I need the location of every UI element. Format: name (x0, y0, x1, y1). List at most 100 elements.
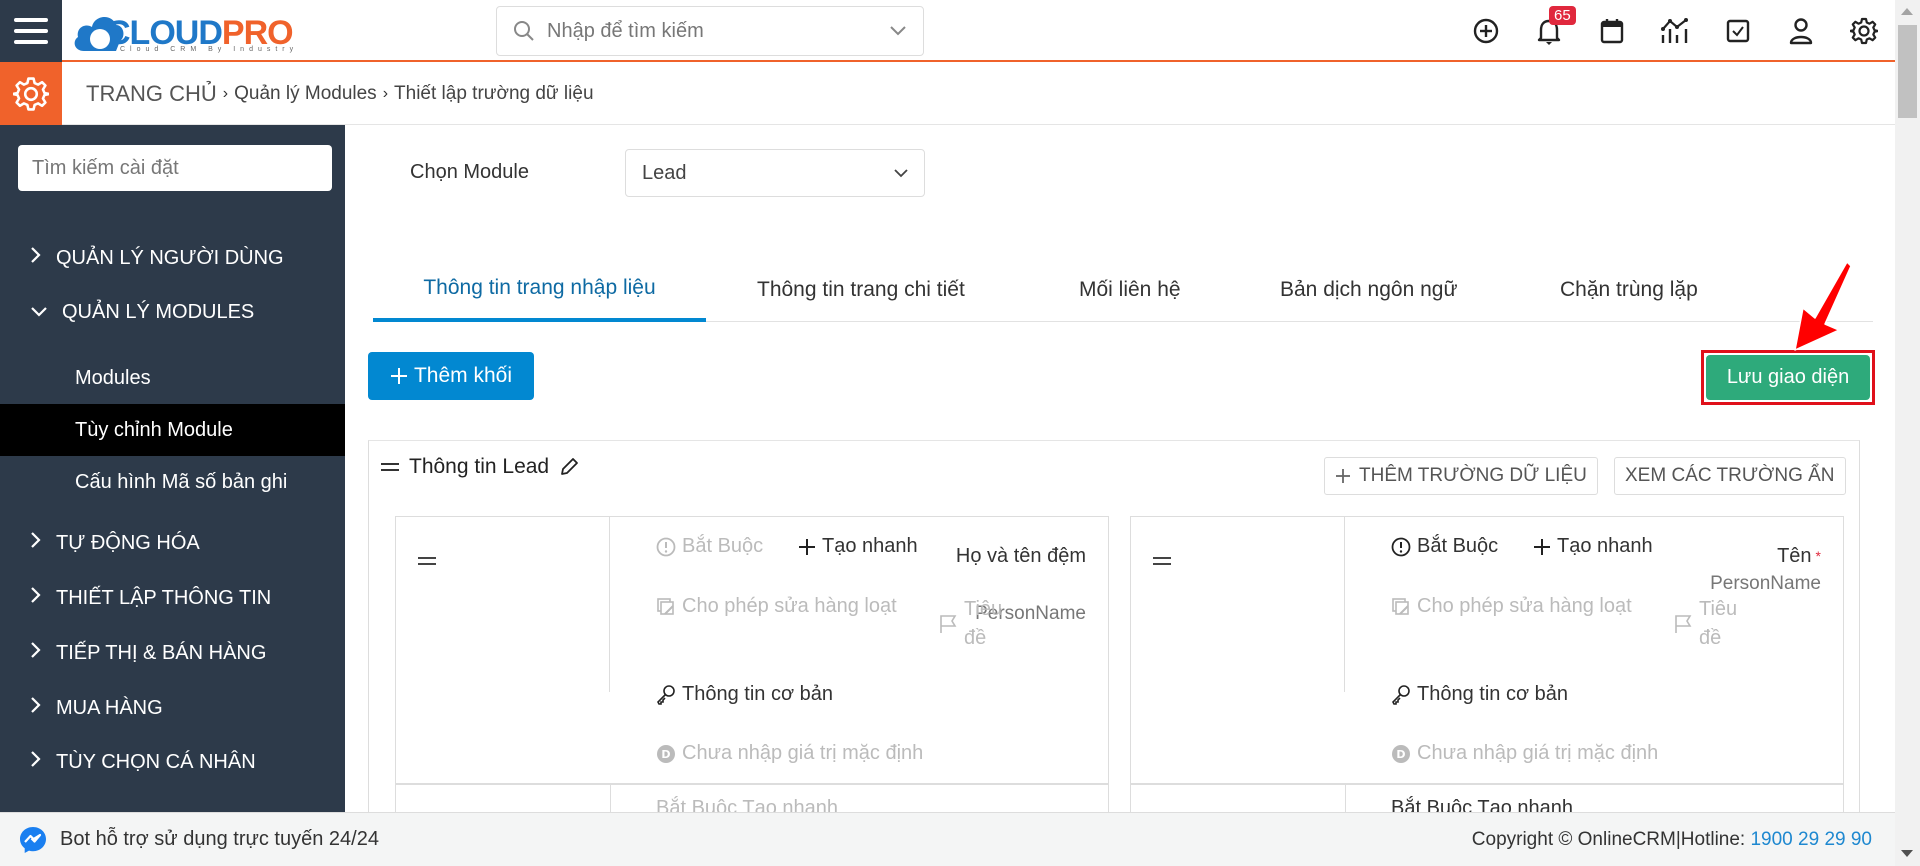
field-card-next: Bắt Buộc Tạo nhanh (1130, 784, 1844, 812)
drag-handle-icon[interactable] (1153, 555, 1171, 567)
required-asterisk: * (1815, 548, 1821, 564)
user-icon[interactable] (1784, 14, 1818, 48)
option-title[interactable]: Tiêu đề (1673, 595, 1763, 653)
block-lead-info: Thông tin Lead THÊM TRƯỜNG DỮ LIỆU XEM C… (368, 440, 1860, 812)
option-required-partial[interactable]: Bắt Buộc Tạo nhanh (1391, 797, 1573, 812)
tab-relationships[interactable]: Mối liên hệ (1079, 257, 1181, 322)
module-select-value: Lead (642, 161, 687, 184)
cloudpro-logo[interactable]: CLOUDPRO Cloud CRM By Industry (70, 4, 294, 58)
scroll-down-arrow-icon[interactable] (1901, 850, 1913, 857)
option-label: Bắt Buộc (682, 535, 764, 557)
hamburger-menu-button[interactable] (0, 0, 62, 62)
field-card-first-name: Tên * PersonName Bắt Buộc Tạo nhanh Cho p… (1130, 516, 1844, 784)
sidebar-group-automation[interactable]: TỰ ĐỘNG HÓA (30, 531, 200, 555)
sidebar-group-users[interactable]: QUẢN LÝ NGƯỜI DÙNG (30, 246, 284, 270)
option-mass-edit[interactable]: Cho phép sửa hàng loạt (1391, 595, 1632, 618)
chevron-right-icon (30, 750, 42, 774)
option-label: Cho phép sửa hàng loạt (1417, 595, 1632, 617)
footer: Bot hỗ trợ sử dụng trực tuyến 24/24 Copy… (0, 812, 1895, 866)
chevron-right-icon: › (382, 84, 389, 102)
module-select[interactable]: Lead (625, 149, 925, 197)
option-block[interactable]: Thông tin cơ bản (656, 683, 833, 706)
tab-label: Bản dịch ngôn ngữ (1280, 277, 1458, 301)
sidebar-group-label: THIẾT LẬP THÔNG TIN (56, 586, 272, 609)
option-label: Chưa nhập giá trị mặc định (682, 742, 924, 764)
sidebar-item-label: Tùy chỉnh Module (75, 418, 233, 441)
module-select-label: Chọn Module (410, 161, 529, 183)
option-title[interactable]: Tiêu đề (938, 595, 1028, 653)
sidebar-item-label: Modules (75, 366, 151, 389)
chevron-right-icon (30, 586, 42, 610)
option-required-partial[interactable]: Bắt Buộc Tạo nhanh (656, 797, 838, 812)
option-default-value[interactable]: D Chưa nhập giá trị mặc định (1391, 742, 1658, 765)
add-field-button[interactable]: THÊM TRƯỜNG DỮ LIỆU (1324, 457, 1598, 495)
field-card-middle-name: Họ và tên đệm PersonName Bắt Buộc Tạo nh… (395, 516, 1109, 784)
sidebar-item-modules[interactable]: Modules (0, 352, 345, 404)
chatbot-text: Bot hỗ trợ sử dụng trực tuyến 24/24 (60, 828, 379, 850)
search-icon (514, 21, 534, 41)
breadcrumb-home[interactable]: TRANG CHỦ (86, 81, 217, 107)
plus-icon (1336, 469, 1350, 483)
global-search[interactable]: Nhập để tìm kiếm (496, 6, 924, 56)
calendar-icon[interactable] (1595, 14, 1629, 48)
tab-detail-view[interactable]: Thông tin trang chi tiết (757, 257, 965, 322)
show-hidden-label: XEM CÁC TRƯỜNG ẨN (1625, 465, 1835, 486)
chart-icon[interactable] (1658, 14, 1692, 48)
breadcrumb-current: Thiết lập trường dữ liệu (394, 82, 594, 104)
exclamation-circle-icon (656, 537, 676, 556)
option-required[interactable]: Bắt Buộc (656, 535, 763, 558)
hotline-link[interactable]: 1900 29 29 90 (1750, 829, 1872, 850)
option-quick-create[interactable]: Tạo nhanh (1533, 535, 1653, 558)
save-layout-button[interactable]: Lưu giao diện (1706, 355, 1870, 400)
option-quick-create[interactable]: Tạo nhanh (798, 535, 918, 558)
sidebar-group-purchasing[interactable]: MUA HÀNG (30, 696, 163, 720)
settings-gear-icon[interactable] (1847, 14, 1881, 48)
pencil-edit-icon[interactable] (559, 457, 579, 477)
sidebar-item-customize-module[interactable]: Tùy chỉnh Module (0, 404, 345, 456)
sidebar-item-label: Cấu hình Mã số bản ghi (75, 470, 288, 493)
chevron-down-icon[interactable] (889, 25, 907, 37)
plus-icon (799, 538, 815, 555)
sidebar-item-record-numbering[interactable]: Cấu hình Mã số bản ghi (0, 456, 345, 508)
tab-edit-view[interactable]: Thông tin trang nhập liệu (373, 257, 706, 322)
option-default-value[interactable]: D Chưa nhập giá trị mặc định (656, 742, 923, 765)
sidebar-group-label: QUẢN LÝ NGƯỜI DÙNG (56, 246, 284, 269)
show-hidden-fields-button[interactable]: XEM CÁC TRƯỜNG ẨN (1614, 457, 1846, 495)
sidebar-group-label: TÙY CHỌN CÁ NHÂN (56, 750, 256, 773)
settings-search-input[interactable]: Tìm kiếm cài đặt (18, 145, 332, 191)
vertical-scrollbar[interactable] (1895, 0, 1920, 866)
search-input[interactable]: Nhập để tìm kiếm (547, 20, 889, 43)
chevron-down-icon (894, 168, 908, 177)
settings-gear-icon-box[interactable] (0, 62, 62, 125)
chatbot-link[interactable]: Bot hỗ trợ sử dụng trực tuyến 24/24 (18, 825, 379, 855)
sidebar-group-marketing-sales[interactable]: TIẾP THỊ & BÁN HÀNG (30, 641, 266, 665)
breadcrumb: TRANG CHỦ › Quản lý Modules › Thiết lập … (86, 62, 594, 125)
default-value-icon: D (657, 744, 675, 763)
task-checkbox-icon[interactable] (1721, 14, 1755, 48)
sidebar-group-personal-options[interactable]: TÙY CHỌN CÁ NHÂN (30, 750, 256, 774)
drag-handle-icon[interactable] (381, 461, 399, 473)
breadcrumb-modules[interactable]: Quản lý Modules (234, 83, 377, 105)
plus-circle-icon[interactable] (1469, 14, 1503, 48)
option-block[interactable]: Thông tin cơ bản (1391, 683, 1568, 706)
add-block-button[interactable]: Thêm khối (368, 352, 534, 400)
option-label: Bắt Buộc (1417, 535, 1499, 557)
mass-edit-icon (1392, 597, 1409, 615)
copyright-text: Copyright © OnlineCRM|Hotline: (1471, 828, 1751, 850)
sidebar-group-info-setup[interactable]: THIẾT LẬP THÔNG TIN (30, 586, 271, 610)
chevron-right-icon (30, 531, 42, 555)
drag-handle-icon[interactable] (418, 555, 436, 567)
copyright: Copyright © OnlineCRM|Hotline: 1900 29 2… (1472, 829, 1877, 851)
block-title: Thông tin Lead (409, 455, 550, 478)
add-block-label: Thêm khối (413, 364, 513, 387)
option-mass-edit[interactable]: Cho phép sửa hàng loạt (656, 595, 897, 618)
scrollbar-thumb[interactable] (1898, 25, 1917, 118)
scroll-up-arrow-icon[interactable] (1901, 8, 1913, 15)
tab-duplicate-prevention[interactable]: Chặn trùng lặp (1560, 257, 1698, 322)
tab-translations[interactable]: Bản dịch ngôn ngữ (1280, 257, 1458, 322)
sidebar-group-modules[interactable]: QUẢN LÝ MODULES (30, 301, 254, 324)
tab-label: Mối liên hệ (1079, 277, 1181, 301)
cloud-logo-icon (70, 9, 124, 53)
key-icon (657, 684, 675, 705)
option-required[interactable]: Bắt Buộc (1391, 535, 1498, 558)
